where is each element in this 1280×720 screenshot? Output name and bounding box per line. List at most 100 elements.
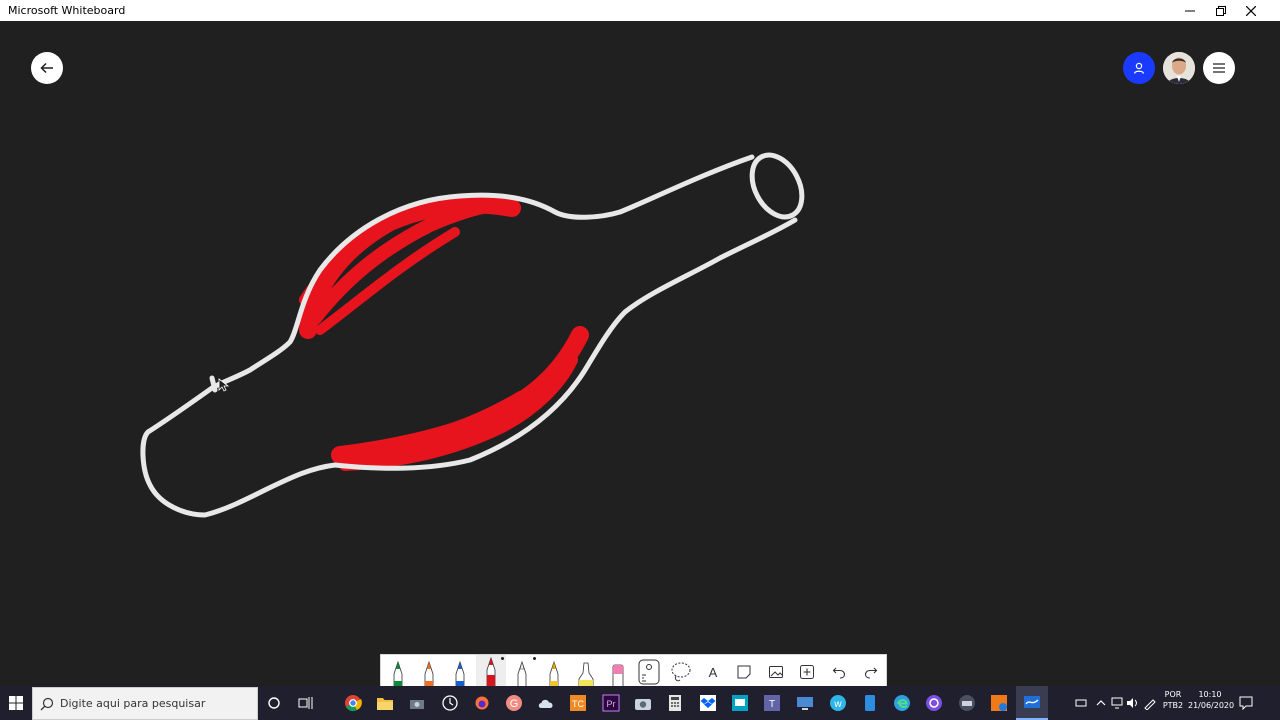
clock-icon — [442, 695, 458, 711]
tc-app-icon: TC — [570, 695, 586, 711]
restore-icon — [1216, 5, 1226, 16]
w-app-icon: w — [830, 695, 846, 711]
redo-button[interactable] — [856, 655, 886, 689]
app-generic-11[interactable] — [924, 693, 944, 713]
selected-dot — [533, 657, 536, 660]
firefox-icon — [475, 696, 489, 710]
title-bar: Microsoft Whiteboard — [0, 0, 1280, 21]
remote-desktop-icon — [797, 697, 813, 710]
chrome-app[interactable] — [343, 693, 363, 713]
app-generic-7[interactable] — [730, 693, 750, 713]
pencil-yellow[interactable] — [539, 655, 569, 689]
speaker-icon — [1127, 698, 1137, 708]
app-generic-6[interactable]: TC — [568, 693, 588, 713]
highlighter[interactable] — [571, 655, 601, 689]
app-generic-5[interactable] — [536, 693, 556, 713]
ruler[interactable] — [634, 655, 664, 689]
pen-orange[interactable] — [414, 655, 444, 689]
notification-app-icon — [991, 695, 1007, 711]
clock[interactable]: 10:10 21/06/2020 — [1188, 689, 1234, 711]
insert-tool[interactable] — [792, 655, 822, 689]
app-generic-12[interactable] — [957, 693, 977, 713]
language-code: POR — [1164, 690, 1182, 699]
app-generic-13[interactable] — [989, 693, 1009, 713]
calculator-icon — [669, 695, 681, 711]
action-center[interactable] — [1236, 693, 1256, 713]
pen-blue[interactable] — [445, 655, 475, 689]
undo-icon — [832, 667, 846, 679]
plus-box-icon — [800, 665, 814, 679]
circle-app-icon — [926, 695, 942, 711]
restore-button[interactable] — [1206, 0, 1236, 21]
edge-app[interactable] — [892, 693, 912, 713]
white-pen-icon — [517, 660, 527, 689]
user-photo-icon — [1163, 52, 1195, 84]
dropbox-app[interactable] — [698, 693, 718, 713]
whiteboard-app-active[interactable] — [1016, 686, 1048, 720]
invite-button[interactable] — [1123, 52, 1155, 84]
pen-white[interactable] — [507, 655, 537, 689]
app-generic-4[interactable]: G — [504, 693, 524, 713]
person-icon — [1133, 62, 1145, 74]
cortana-button[interactable] — [264, 693, 284, 713]
menu-button[interactable] — [1203, 52, 1235, 84]
circle-icon — [268, 697, 280, 709]
taskbar-search[interactable]: Digite aqui para pesquisar — [32, 687, 258, 720]
grammarly-icon: G — [506, 695, 522, 711]
search-icon — [40, 697, 54, 710]
calculator-app[interactable] — [665, 693, 685, 713]
app-generic-9[interactable]: w — [828, 693, 848, 713]
teams-app[interactable]: T — [762, 693, 782, 713]
text-tool[interactable]: A — [698, 655, 728, 689]
eraser-icon — [612, 664, 624, 689]
whiteboard-canvas[interactable] — [0, 21, 1280, 686]
app-generic-10[interactable] — [860, 693, 880, 713]
svg-text:T: T — [769, 699, 775, 710]
blue-pen-icon — [455, 660, 465, 689]
file-explorer-app[interactable] — [375, 693, 395, 713]
task-view-button[interactable] — [296, 693, 316, 713]
app-generic-2[interactable] — [440, 693, 460, 713]
premiere-app[interactable]: Pr — [601, 693, 621, 713]
camera-app[interactable] — [633, 693, 653, 713]
close-button[interactable] — [1236, 0, 1266, 21]
image-tool[interactable] — [761, 655, 791, 689]
tray-icon-1[interactable] — [1071, 693, 1091, 713]
avatar[interactable] — [1163, 52, 1195, 84]
teams-icon: T — [764, 695, 780, 711]
cloud-icon — [538, 699, 553, 708]
phone-icon — [865, 695, 875, 711]
pen-green[interactable] — [383, 655, 413, 689]
network-icon — [1111, 697, 1123, 709]
window-title: Microsoft Whiteboard — [8, 4, 126, 17]
task-view-icon — [298, 697, 313, 709]
svg-text:TC: TC — [572, 699, 584, 709]
sticky-note-icon — [737, 665, 751, 679]
pen-tray[interactable] — [1140, 693, 1160, 713]
start-button[interactable] — [6, 693, 26, 713]
chrome-icon — [345, 695, 362, 712]
eraser[interactable] — [603, 655, 633, 689]
app-generic-3[interactable] — [472, 693, 492, 713]
camera-icon — [635, 699, 651, 710]
back-button[interactable] — [31, 52, 63, 84]
input-language[interactable]: POR PTB2 — [1160, 689, 1186, 711]
text-icon: A — [708, 664, 718, 680]
hamburger-icon — [1213, 63, 1225, 73]
keyboard-layout: PTB2 — [1162, 701, 1184, 710]
minimize-button[interactable] — [1175, 0, 1205, 21]
notifications-icon — [1239, 696, 1253, 710]
undo-button[interactable] — [824, 655, 854, 689]
svg-text:Pr: Pr — [607, 699, 616, 709]
windows-logo-icon — [9, 696, 23, 710]
pen-red[interactable] — [476, 655, 506, 689]
app-generic-1[interactable] — [407, 693, 427, 713]
redo-icon — [864, 667, 878, 679]
folder-icon — [377, 698, 393, 710]
note-tool[interactable] — [729, 655, 759, 689]
lasso[interactable] — [666, 655, 696, 689]
chevron-up-icon — [1096, 700, 1106, 706]
app-generic-8[interactable] — [795, 693, 815, 713]
orange-pen-icon — [424, 660, 434, 689]
lasso-icon — [671, 662, 691, 682]
